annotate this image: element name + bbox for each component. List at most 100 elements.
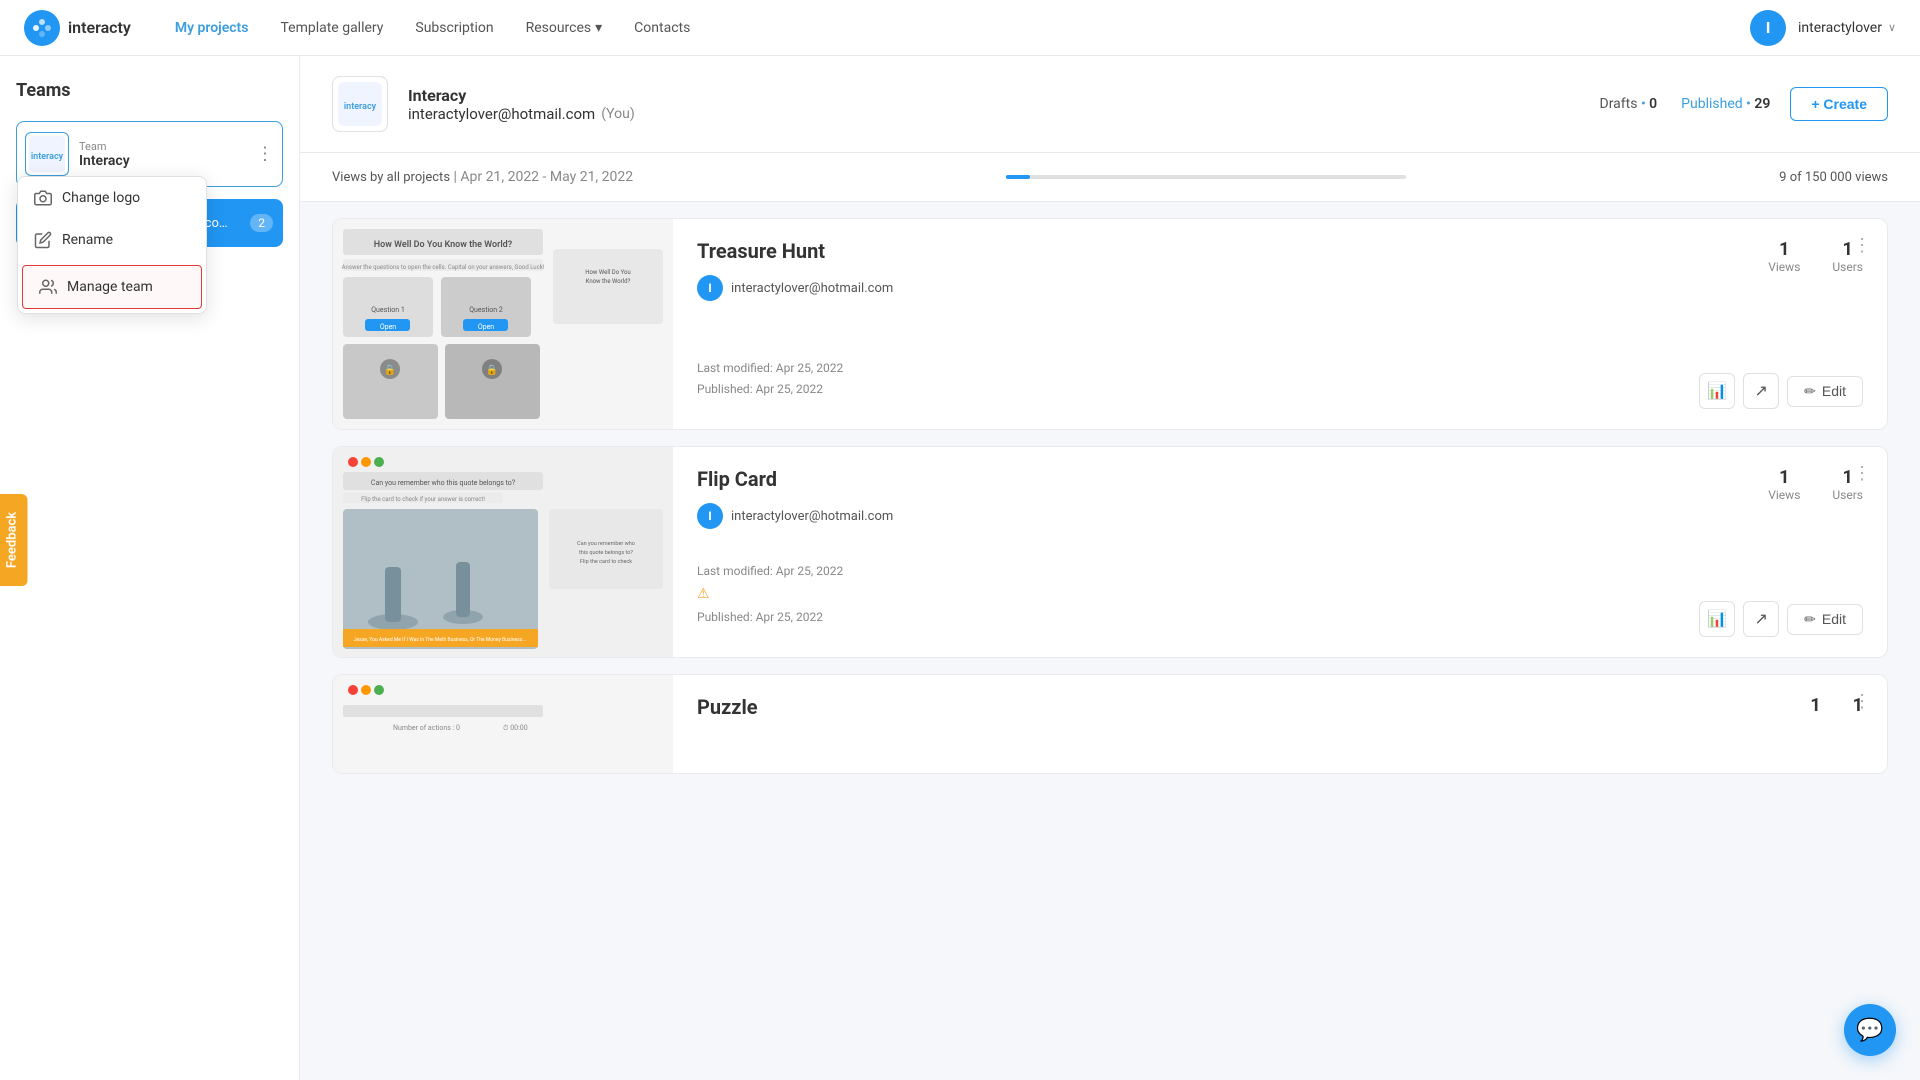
svg-text:Question 1: Question 1 [371, 306, 405, 314]
project-thumbnail-2: Number of actions : 0 ⏱ 00:00 [333, 675, 673, 774]
last-modified-0: Last modified: Apr 25, 2022 [697, 358, 843, 380]
project-thumbnail-0: How Well Do You Know the World? Answer t… [333, 219, 673, 429]
svg-text:Flip the card to check if your: Flip the card to check if your answer is… [361, 496, 485, 503]
main-content: interacy Interacy interactylover@hotmail… [300, 56, 1920, 1080]
project-thumbnail-1: Can you remember who this quote belongs … [333, 447, 673, 657]
project-title-1: Flip Card [697, 467, 893, 491]
team-header-email: interactylover@hotmail.com [408, 105, 595, 123]
edit-button-1[interactable]: ✏ Edit [1787, 604, 1863, 635]
nav-user-menu[interactable]: interactylover ∨ [1798, 20, 1896, 36]
feedback-tab[interactable]: Feedback [0, 494, 28, 586]
sidebar: Teams interacy Team Interacy ⋮ [0, 56, 300, 1080]
dropdown-menu: Change logo Rename [17, 176, 207, 314]
project-actions-1: 📊 ↗ ✏ Edit [1699, 601, 1863, 637]
thumbnail-svg-1: Can you remember who this quote belongs … [333, 447, 673, 657]
project-title-2: Puzzle [697, 695, 758, 719]
views-stat-1: 1 Views [1768, 467, 1800, 502]
user-chevron-icon: ∨ [1888, 21, 1896, 34]
svg-text:⏱ 00:00: ⏱ 00:00 [503, 724, 528, 732]
project-card-2: Number of actions : 0 ⏱ 00:00 Puzzle 1 [332, 674, 1888, 774]
project-dots-0[interactable]: ⋮ [1853, 235, 1871, 256]
warning-icon-1: ⚠ [697, 582, 843, 607]
svg-text:interacy: interacy [344, 102, 377, 112]
edit-button-0[interactable]: ✏ Edit [1787, 376, 1863, 407]
chat-icon: 💬 [1856, 1018, 1883, 1043]
views-bar: Views by all projects | Apr 21, 2022 - M… [300, 153, 1920, 202]
nav-subscription[interactable]: Subscription [403, 14, 505, 42]
svg-text:this quote belongs to?: this quote belongs to? [579, 550, 633, 556]
share-button-0[interactable]: ↗ [1743, 373, 1779, 409]
change-logo-label: Change logo [62, 190, 140, 206]
nav-contacts[interactable]: Contacts [622, 14, 702, 42]
users-label-1: Users [1832, 488, 1863, 502]
team-name: Interacy [79, 153, 274, 169]
share-button-1[interactable]: ↗ [1743, 601, 1779, 637]
dropdown-change-logo[interactable]: Change logo [18, 177, 206, 219]
nav-my-projects[interactable]: My projects [163, 14, 261, 42]
project-info-1: Flip Card I interactylover@hotmail.com 1… [673, 447, 1887, 657]
author-email-0: interactylover@hotmail.com [731, 281, 893, 296]
published-count: 29 [1754, 96, 1770, 112]
published-label: Published [1681, 96, 1742, 112]
project-card-0: How Well Do You Know the World? Answer t… [332, 218, 1888, 430]
analytics-button-1[interactable]: 📊 [1699, 601, 1735, 637]
users-label-0: Users [1832, 260, 1863, 274]
svg-text:Flip the card to check: Flip the card to check [580, 559, 632, 565]
edit-pencil-icon-1: ✏ [1804, 611, 1816, 628]
team-item[interactable]: interacy Team Interacy ⋮ Change logo [16, 121, 283, 187]
published-date-0: Published: Apr 25, 2022 [697, 379, 843, 401]
rename-label: Rename [62, 232, 113, 248]
page-layout: Teams interacy Team Interacy ⋮ [0, 56, 1920, 1080]
svg-text:Question 2: Question 2 [469, 306, 503, 314]
thumbnail-svg-0: How Well Do You Know the World? Answer t… [333, 219, 673, 429]
nav-template-gallery[interactable]: Template gallery [268, 14, 395, 42]
published-bullet: • [1746, 96, 1751, 112]
svg-text:Jesse, You Asked Me If I Was I: Jesse, You Asked Me If I Was In The Meth… [354, 636, 527, 643]
project-stats-1: 1 Views 1 Users [1768, 467, 1863, 502]
camera-icon [34, 189, 52, 207]
views-num-1: 1 [1768, 467, 1800, 488]
views-label-wrap: Views by all projects | Apr 21, 2022 - M… [332, 169, 633, 185]
team-dots-button[interactable]: ⋮ [256, 144, 274, 165]
analytics-icon-0: 📊 [1707, 381, 1727, 401]
project-stats-0: 1 Views 1 Users [1768, 239, 1863, 274]
create-button[interactable]: + Create [1790, 87, 1888, 121]
drafts-label: Drafts [1600, 96, 1638, 112]
svg-text:Open: Open [478, 323, 494, 331]
dropdown-rename[interactable]: Rename [18, 219, 206, 261]
views-num-0: 1 [1768, 239, 1800, 260]
resources-chevron-icon: ▾ [595, 20, 602, 36]
svg-text:Answer the questions to open t: Answer the questions to open the cells. … [342, 264, 545, 271]
team-info: Team Interacy [79, 140, 274, 169]
analytics-button-0[interactable]: 📊 [1699, 373, 1735, 409]
svg-text:🔒: 🔒 [384, 364, 396, 376]
drafts-stat: Drafts • 0 [1600, 96, 1658, 112]
chat-button[interactable]: 💬 [1844, 1004, 1896, 1056]
project-info-0: Treasure Hunt I interactylover@hotmail.c… [673, 219, 1887, 429]
svg-text:🔒: 🔒 [486, 364, 498, 376]
svg-text:Can you remember who this quot: Can you remember who this quote belongs … [371, 479, 516, 487]
project-dots-2[interactable]: ⋮ [1853, 691, 1871, 712]
feedback-label: Feedback [5, 512, 20, 568]
nav-avatar[interactable]: I [1750, 10, 1786, 46]
dropdown-manage-team[interactable]: Manage team [22, 265, 202, 309]
views-progress-fill [1006, 175, 1030, 179]
logo[interactable]: interacty [24, 10, 131, 46]
project-dates-0: Last modified: Apr 25, 2022 Published: A… [697, 358, 843, 401]
team-header-stats: Drafts • 0 Published • 29 [1600, 96, 1771, 112]
nav-right: I interactylover ∨ [1750, 10, 1896, 46]
nav-resources[interactable]: Resources ▾ [514, 14, 615, 42]
navbar: interacty My projects Template gallery S… [0, 0, 1920, 56]
svg-text:Open: Open [380, 323, 396, 331]
team-header-you: (You) [601, 106, 634, 122]
team-logo-icon: interacy [29, 136, 65, 172]
project-dots-1[interactable]: ⋮ [1853, 463, 1871, 484]
author-email-1: interactylover@hotmail.com [731, 509, 893, 524]
analytics-icon-1: 📊 [1707, 609, 1727, 629]
views-count: 9 of 150 000 views [1779, 170, 1888, 185]
team-header-name: Interacy [408, 86, 1580, 105]
edit-icon [34, 231, 52, 249]
manage-team-label: Manage team [67, 279, 153, 295]
published-link[interactable]: Published • 29 [1681, 96, 1770, 112]
user-count: 2 [250, 214, 273, 232]
